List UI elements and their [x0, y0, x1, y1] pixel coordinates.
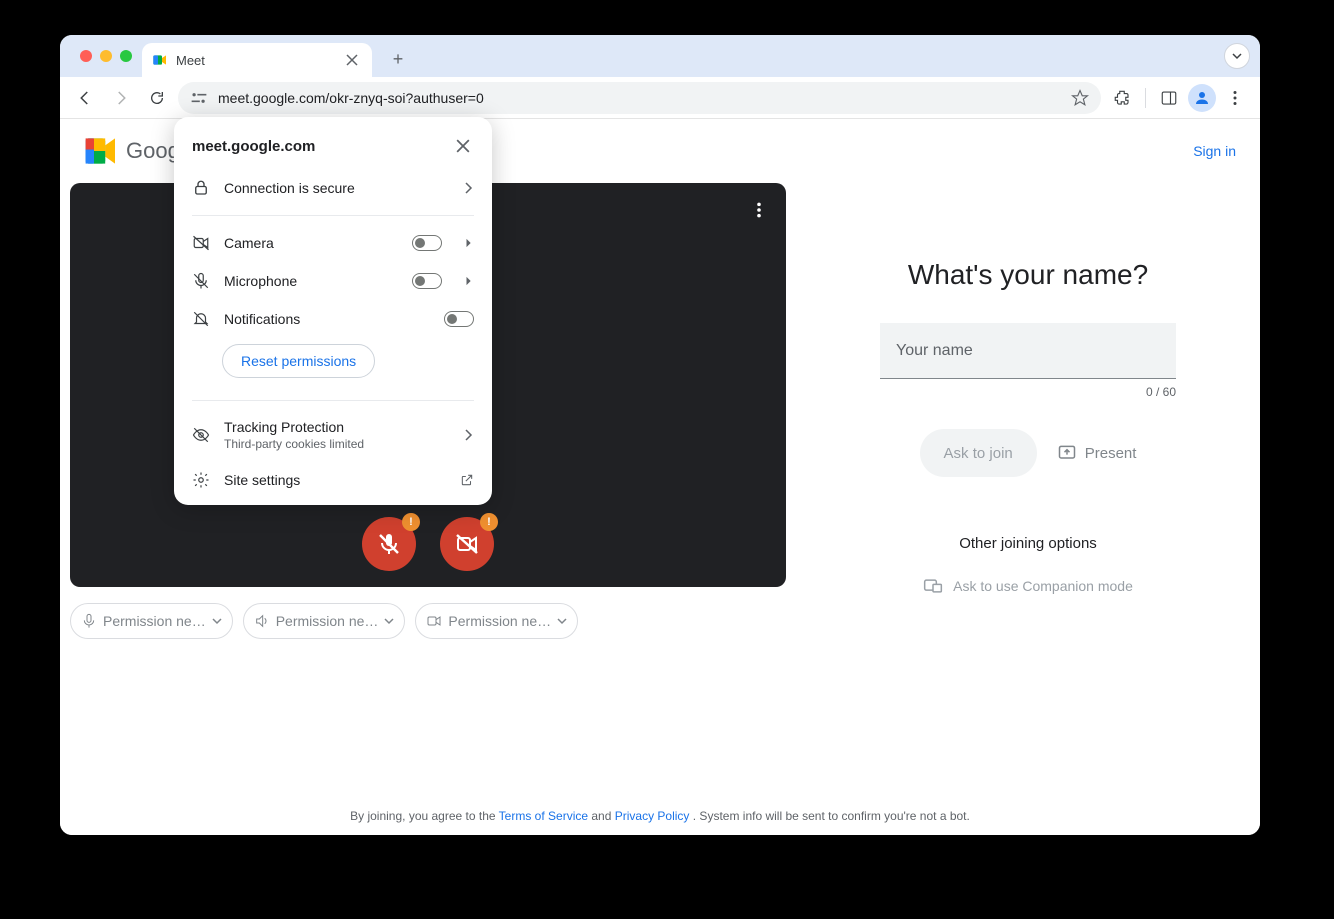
- open-external-icon: [460, 473, 474, 487]
- notifications-toggle[interactable]: [444, 311, 474, 327]
- mic-permission-row[interactable]: Microphone: [174, 262, 492, 300]
- tracking-subtitle: Third-party cookies limited: [224, 437, 448, 451]
- mic-off-icon: [377, 532, 401, 556]
- tracking-title: Tracking Protection: [224, 419, 448, 435]
- camera-icon: [426, 613, 442, 629]
- browser-toolbar: meet.google.com/okr-znyq-soi?authuser=0: [60, 77, 1260, 119]
- tab-title: Meet: [176, 53, 205, 68]
- name-prompt-title: What's your name?: [908, 259, 1148, 291]
- present-button[interactable]: Present: [1057, 443, 1137, 463]
- meet-logo-icon: [84, 137, 118, 165]
- caret-down-icon: [212, 616, 222, 626]
- tracking-protection-row[interactable]: Tracking Protection Third-party cookies …: [174, 409, 492, 461]
- mic-toggle-button[interactable]: !: [362, 517, 416, 571]
- camera-off-icon: [455, 532, 479, 556]
- chevron-right-icon: [462, 429, 474, 441]
- connection-secure-row[interactable]: Connection is secure: [174, 169, 492, 207]
- close-window-icon[interactable]: [80, 50, 92, 62]
- other-options-heading: Other joining options: [959, 535, 1097, 552]
- mic-icon: [81, 613, 97, 629]
- chip-label: Permission ne…: [276, 613, 379, 629]
- tos-link[interactable]: Terms of Service: [499, 809, 588, 823]
- toolbar-divider: [1145, 88, 1146, 108]
- reset-permissions-button[interactable]: Reset permissions: [222, 344, 375, 378]
- browser-tab[interactable]: Meet: [142, 43, 372, 77]
- site-settings-icon[interactable]: [190, 91, 208, 105]
- mic-device-chip[interactable]: Permission ne…: [70, 603, 233, 639]
- tabs-dropdown-button[interactable]: [1224, 43, 1250, 69]
- meet-favicon-icon: [152, 52, 168, 68]
- join-actions: Ask to join Present: [920, 429, 1137, 477]
- gear-icon: [192, 471, 210, 489]
- minimize-window-icon[interactable]: [100, 50, 112, 62]
- mic-warning-badge: !: [402, 513, 420, 531]
- chip-label: Permission ne…: [103, 613, 206, 629]
- preview-menu-icon[interactable]: [750, 201, 768, 219]
- tab-strip: Meet +: [60, 35, 1260, 77]
- speaker-device-chip[interactable]: Permission ne…: [243, 603, 406, 639]
- popup-close-icon[interactable]: [452, 135, 474, 157]
- camera-device-chip[interactable]: Permission ne…: [415, 603, 578, 639]
- site-settings-label: Site settings: [224, 472, 446, 488]
- caret-right-icon: [464, 238, 474, 248]
- popup-domain: meet.google.com: [192, 138, 315, 155]
- window-controls: [70, 35, 142, 77]
- device-chips: Permission ne… Permission ne… Permission…: [70, 603, 806, 639]
- close-tab-icon[interactable]: [342, 50, 362, 70]
- extensions-icon[interactable]: [1107, 83, 1137, 113]
- mic-toggle[interactable]: [412, 273, 442, 289]
- site-info-popup: meet.google.com Connection is secure Cam…: [174, 117, 492, 505]
- sign-in-link[interactable]: Sign in: [1193, 143, 1236, 159]
- join-column: What's your name? 0 / 60 Ask to join Pre…: [806, 183, 1250, 639]
- char-counter: 0 / 60: [880, 385, 1176, 399]
- toolbar-right: [1107, 83, 1250, 113]
- mic-blocked-icon: [192, 272, 210, 290]
- reload-button[interactable]: [142, 83, 172, 113]
- back-button[interactable]: [70, 83, 100, 113]
- ask-to-join-button[interactable]: Ask to join: [920, 429, 1037, 477]
- camera-permission-row[interactable]: Camera: [174, 224, 492, 262]
- side-panel-icon[interactable]: [1154, 83, 1184, 113]
- mic-label: Microphone: [224, 273, 398, 289]
- lock-icon: [192, 179, 210, 197]
- forward-button[interactable]: [106, 83, 136, 113]
- chevron-right-icon: [462, 182, 474, 194]
- camera-label: Camera: [224, 235, 398, 251]
- bookmark-star-icon[interactable]: [1071, 89, 1089, 107]
- camera-toggle[interactable]: [412, 235, 442, 251]
- camera-blocked-icon: [192, 234, 210, 252]
- companion-mode-link[interactable]: Ask to use Companion mode: [923, 576, 1133, 596]
- maximize-window-icon[interactable]: [120, 50, 132, 62]
- address-bar[interactable]: meet.google.com/okr-znyq-soi?authuser=0: [178, 82, 1101, 114]
- browser-menu-icon[interactable]: [1220, 83, 1250, 113]
- camera-toggle-button[interactable]: !: [440, 517, 494, 571]
- site-settings-row[interactable]: Site settings: [174, 461, 492, 499]
- companion-icon: [923, 576, 943, 596]
- present-label: Present: [1085, 445, 1137, 462]
- present-icon: [1057, 443, 1077, 463]
- notifications-permission-row[interactable]: Notifications: [174, 300, 492, 338]
- caret-down-icon: [384, 616, 394, 626]
- camera-warning-badge: !: [480, 513, 498, 531]
- browser-window: Meet + meet.google.com/okr-znyq-soi?auth…: [60, 35, 1260, 835]
- secure-label: Connection is secure: [224, 180, 448, 196]
- eye-off-icon: [192, 426, 210, 444]
- preview-controls: ! !: [362, 517, 494, 571]
- legal-footer: By joining, you agree to the Terms of Se…: [60, 809, 1260, 823]
- new-tab-button[interactable]: +: [382, 43, 414, 75]
- notifications-label: Notifications: [224, 311, 430, 327]
- privacy-link[interactable]: Privacy Policy: [615, 809, 690, 823]
- caret-right-icon: [464, 276, 474, 286]
- speaker-icon: [254, 613, 270, 629]
- companion-label: Ask to use Companion mode: [953, 578, 1133, 594]
- name-input[interactable]: [880, 323, 1176, 379]
- profile-avatar[interactable]: [1188, 84, 1216, 112]
- bell-off-icon: [192, 310, 210, 328]
- chip-label: Permission ne…: [448, 613, 551, 629]
- url-text: meet.google.com/okr-znyq-soi?authuser=0: [218, 90, 484, 106]
- caret-down-icon: [557, 616, 567, 626]
